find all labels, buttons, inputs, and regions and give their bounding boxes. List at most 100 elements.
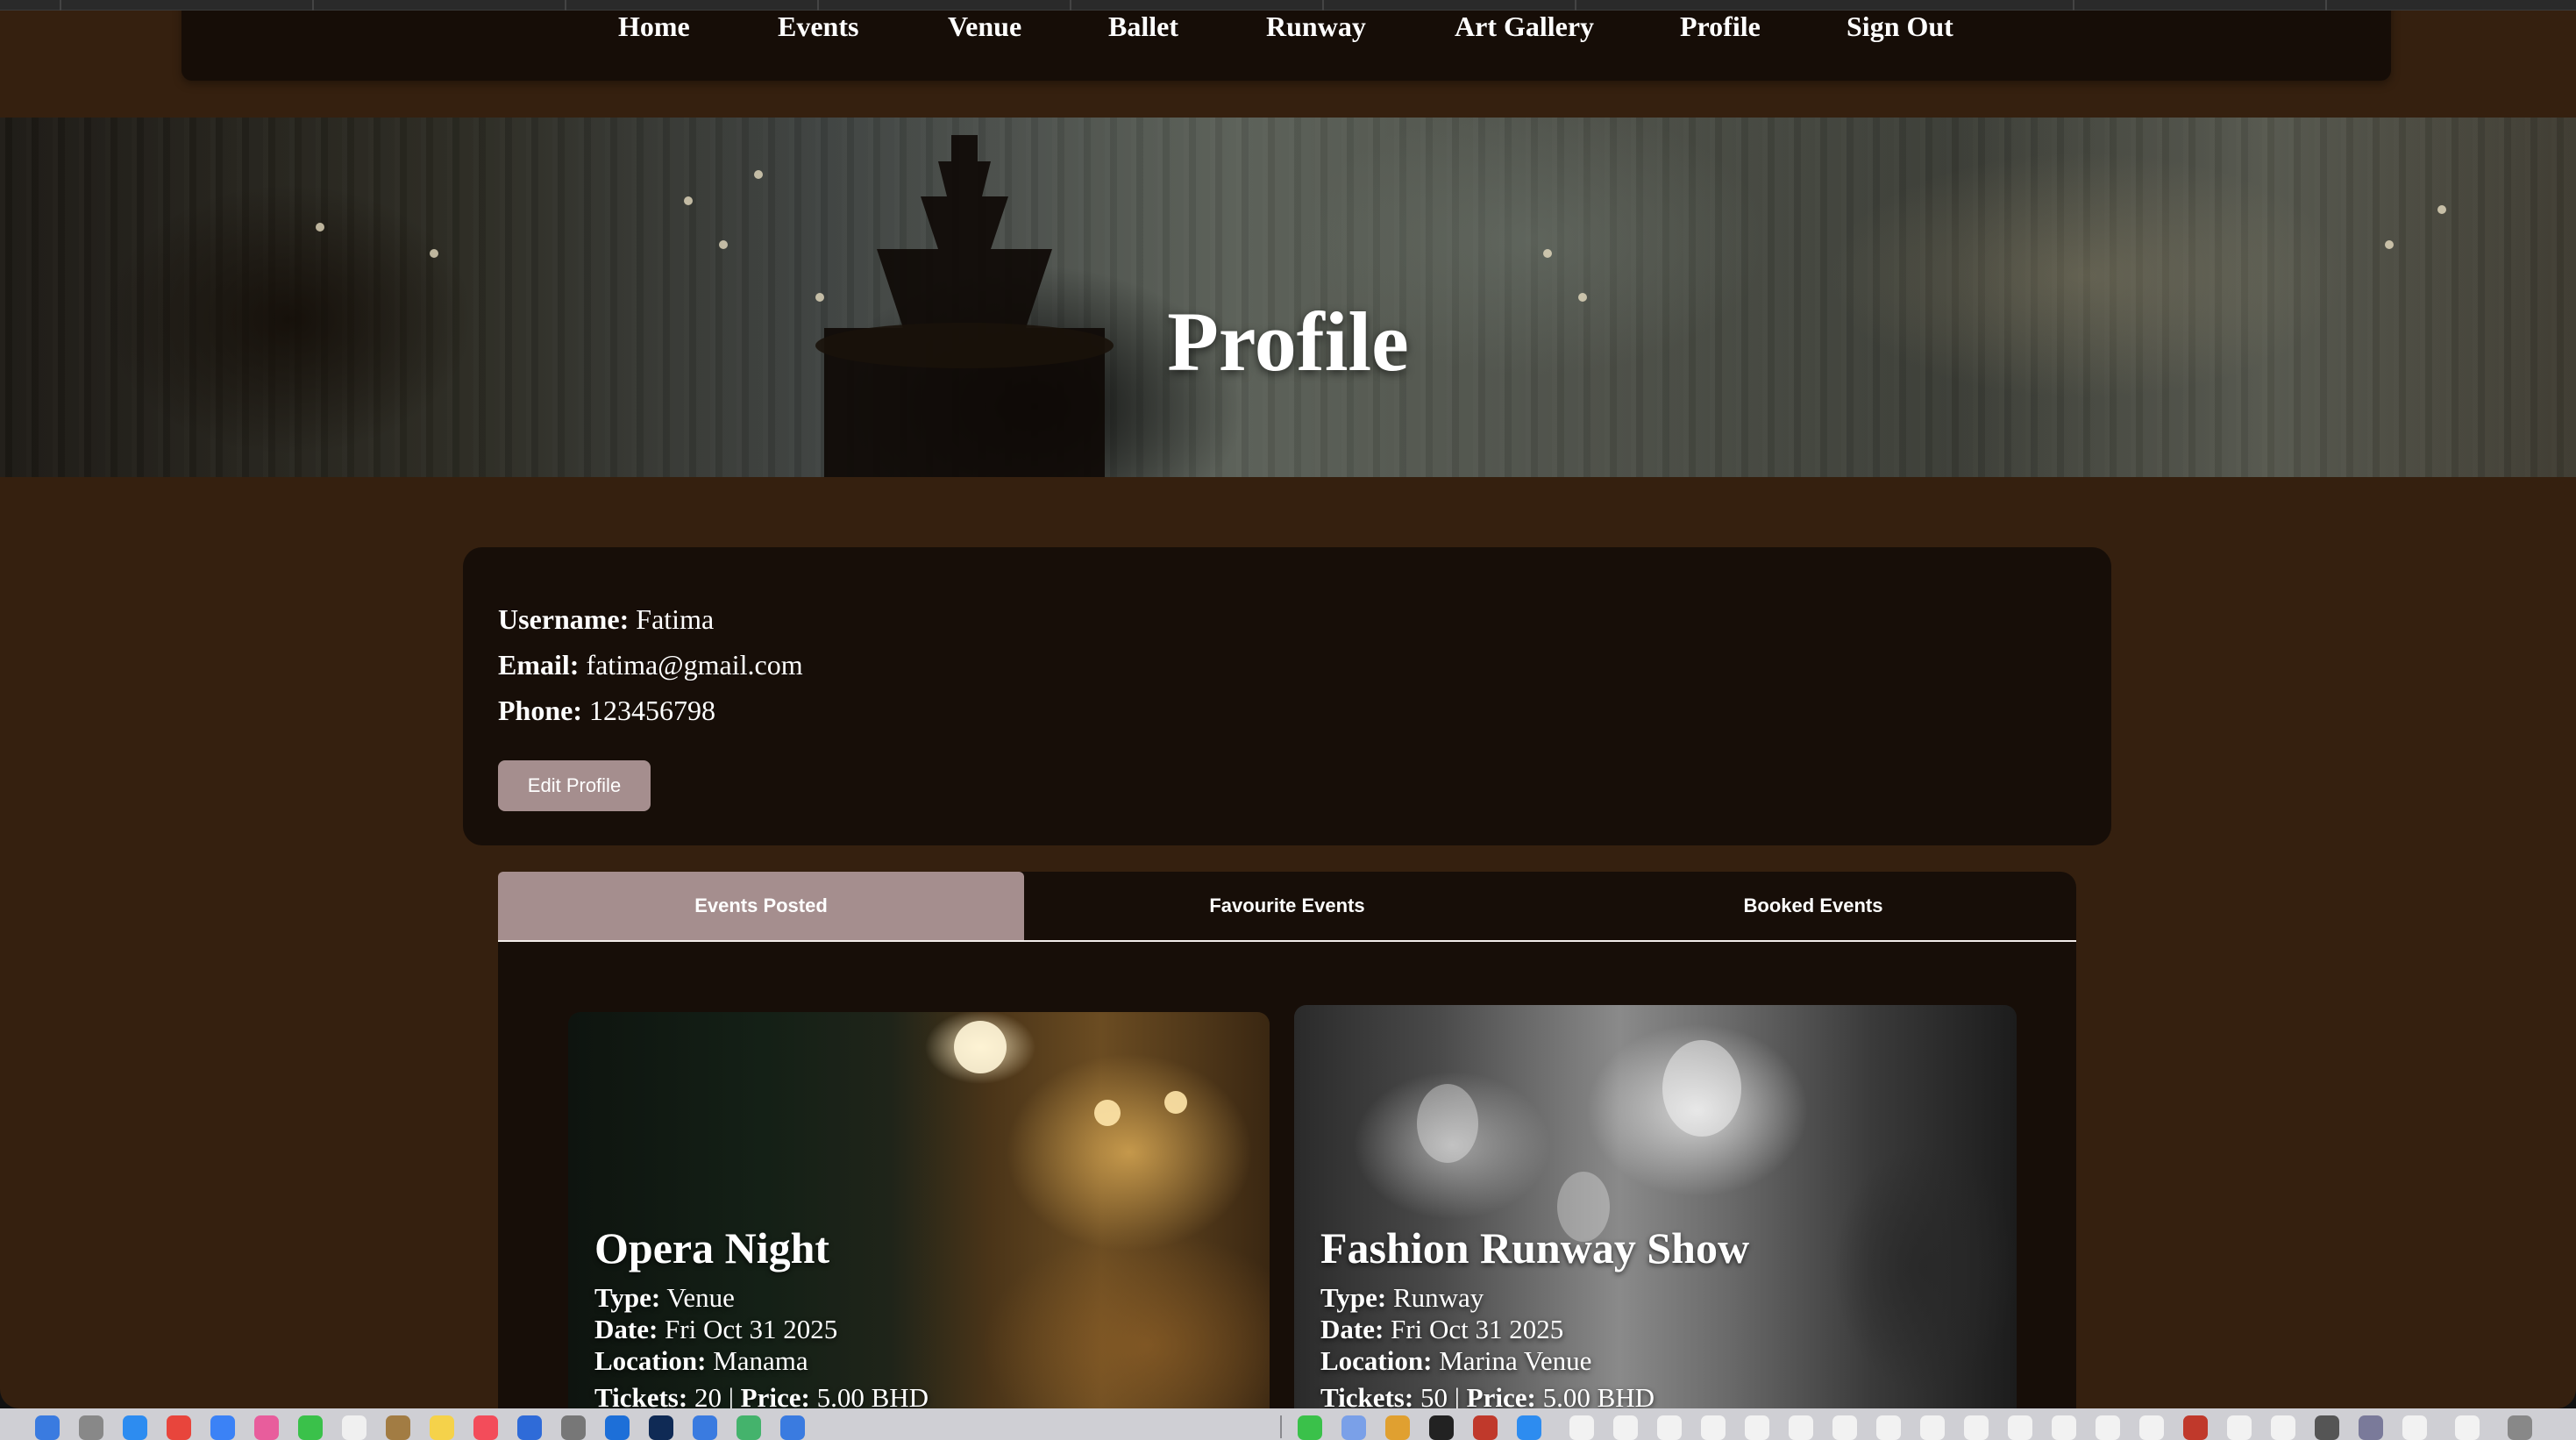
event-date: Fri Oct 31 2025: [1391, 1314, 1564, 1344]
app-icon[interactable]: [1341, 1415, 1366, 1440]
window-thumbnail-icon[interactable]: [2008, 1415, 2032, 1440]
events-tabs-panel: Events Posted Favourite Events Booked Ev…: [498, 872, 2076, 1408]
event-separator: |: [1447, 1382, 1467, 1408]
launchpad-icon[interactable]: [79, 1415, 103, 1440]
window-thumbnail-icon[interactable]: [1964, 1415, 1989, 1440]
finder-icon[interactable]: [35, 1415, 60, 1440]
messages-icon[interactable]: [298, 1415, 323, 1440]
event-details: Opera Night Type: Venue Date: Fri Oct 31…: [594, 1223, 929, 1408]
app-icon[interactable]: [1473, 1415, 1498, 1440]
hero-highlight: [430, 249, 438, 258]
tab-separator: [2325, 0, 2327, 11]
event-location-label: Location:: [594, 1345, 707, 1376]
event-location: Manama: [713, 1345, 808, 1376]
mail-icon[interactable]: [210, 1415, 235, 1440]
event-tickets-label: Tickets:: [594, 1382, 688, 1408]
nav-item-events[interactable]: Events: [778, 11, 858, 43]
hero-highlight: [684, 196, 693, 205]
nav-item-runway[interactable]: Runway: [1266, 11, 1366, 43]
nav-item-home[interactable]: Home: [618, 11, 690, 43]
window-thumbnail-icon[interactable]: [2139, 1415, 2164, 1440]
chrome-icon[interactable]: [167, 1415, 191, 1440]
event-price-label: Price:: [1466, 1382, 1536, 1408]
window-thumbnail-icon[interactable]: [2455, 1415, 2480, 1440]
photos-icon[interactable]: [254, 1415, 279, 1440]
window-thumbnail-icon[interactable]: [1569, 1415, 1594, 1440]
calendar-icon[interactable]: [342, 1415, 366, 1440]
contacts-icon[interactable]: [386, 1415, 410, 1440]
tab-separator: [1322, 0, 1324, 11]
email-label: Email:: [498, 649, 580, 681]
window-thumbnail-icon[interactable]: [1745, 1415, 1769, 1440]
window-thumbnail-icon[interactable]: [1701, 1415, 1726, 1440]
app-icon[interactable]: [693, 1415, 717, 1440]
event-location: Marina Venue: [1439, 1345, 1592, 1376]
event-date-label: Date:: [1320, 1314, 1384, 1344]
event-tickets-row: Tickets: 50 | Price: 5.00 BHD: [1320, 1382, 1749, 1408]
email-value: fatima@gmail.com: [586, 649, 803, 681]
whatsapp-icon[interactable]: [1298, 1415, 1322, 1440]
app-icon[interactable]: [1517, 1415, 1541, 1440]
settings-icon[interactable]: [561, 1415, 586, 1440]
tab-bar: Events Posted Favourite Events Booked Ev…: [498, 872, 2076, 942]
tab-favourite-events[interactable]: Favourite Events: [1024, 872, 1550, 940]
app-icon[interactable]: [737, 1415, 761, 1440]
edit-profile-button[interactable]: Edit Profile: [498, 760, 651, 811]
nav-item-art-gallery[interactable]: Art Gallery: [1455, 11, 1594, 43]
window-thumbnail-icon[interactable]: [2271, 1415, 2295, 1440]
app-store-icon[interactable]: [517, 1415, 542, 1440]
window-thumbnail-icon[interactable]: [1613, 1415, 1638, 1440]
window-thumbnail-icon[interactable]: [1920, 1415, 1945, 1440]
nav-item-ballet[interactable]: Ballet: [1108, 11, 1178, 43]
notes-icon[interactable]: [430, 1415, 454, 1440]
event-tickets-row: Tickets: 20 | Price: 5.00 BHD: [594, 1382, 929, 1408]
trash-icon[interactable]: [2508, 1415, 2532, 1440]
main-navbar: Home Events Venue Ballet Runway Art Gall…: [181, 11, 2391, 81]
window-thumbnail-icon[interactable]: [2096, 1415, 2120, 1440]
window-thumbnail-icon[interactable]: [2227, 1415, 2252, 1440]
event-date-label: Date:: [594, 1314, 658, 1344]
nav-item-profile[interactable]: Profile: [1680, 11, 1761, 43]
event-card-opera-night[interactable]: Opera Night Type: Venue Date: Fri Oct 31…: [568, 1012, 1270, 1408]
email-row: Email: fatima@gmail.com: [498, 649, 803, 681]
event-card-fashion-runway-show[interactable]: Fashion Runway Show Type: Runway Date: F…: [1294, 1005, 2017, 1408]
event-type: Venue: [666, 1282, 735, 1313]
event-date-row: Date: Fri Oct 31 2025: [594, 1314, 929, 1345]
window-thumbnail-icon[interactable]: [2402, 1415, 2427, 1440]
tab-events-posted[interactable]: Events Posted: [498, 872, 1024, 940]
hero-highlight: [2385, 240, 2394, 249]
vscode-icon[interactable]: [605, 1415, 630, 1440]
slack-icon[interactable]: [1385, 1415, 1410, 1440]
window-thumbnail-icon[interactable]: [1876, 1415, 1901, 1440]
safari-icon[interactable]: [123, 1415, 147, 1440]
app-icon[interactable]: [780, 1415, 805, 1440]
username-value: Fatima: [636, 603, 715, 635]
hero-highlight: [316, 223, 324, 232]
username-label: Username:: [498, 603, 630, 635]
photoshop-icon[interactable]: [649, 1415, 673, 1440]
phone-row: Phone: 123456798: [498, 695, 715, 727]
window-thumbnail-icon[interactable]: [2359, 1415, 2383, 1440]
tab-booked-events[interactable]: Booked Events: [1550, 872, 2076, 940]
chandelier-light: [954, 1021, 1007, 1073]
nav-item-sign-out[interactable]: Sign Out: [1847, 11, 1953, 43]
event-date: Fri Oct 31 2025: [665, 1314, 838, 1344]
window-thumbnail-icon[interactable]: [1657, 1415, 1682, 1440]
window-thumbnail-icon[interactable]: [2315, 1415, 2339, 1440]
event-location-label: Location:: [1320, 1345, 1433, 1376]
event-type-label: Type:: [1320, 1282, 1387, 1313]
tab-separator: [565, 0, 566, 11]
event-title: Opera Night: [594, 1223, 830, 1272]
music-icon[interactable]: [473, 1415, 498, 1440]
hero-highlight: [754, 170, 763, 179]
app-icon[interactable]: [2183, 1415, 2208, 1440]
terminal-icon[interactable]: [1429, 1415, 1454, 1440]
window-thumbnail-icon[interactable]: [2052, 1415, 2076, 1440]
chandelier-light: [1662, 1040, 1741, 1137]
window-thumbnail-icon[interactable]: [1832, 1415, 1857, 1440]
nav-item-venue[interactable]: Venue: [948, 11, 1021, 43]
event-date-row: Date: Fri Oct 31 2025: [1320, 1314, 1749, 1345]
window-thumbnail-icon[interactable]: [1789, 1415, 1813, 1440]
event-tickets-label: Tickets:: [1320, 1382, 1414, 1408]
event-details: Fashion Runway Show Type: Runway Date: F…: [1320, 1223, 1749, 1408]
